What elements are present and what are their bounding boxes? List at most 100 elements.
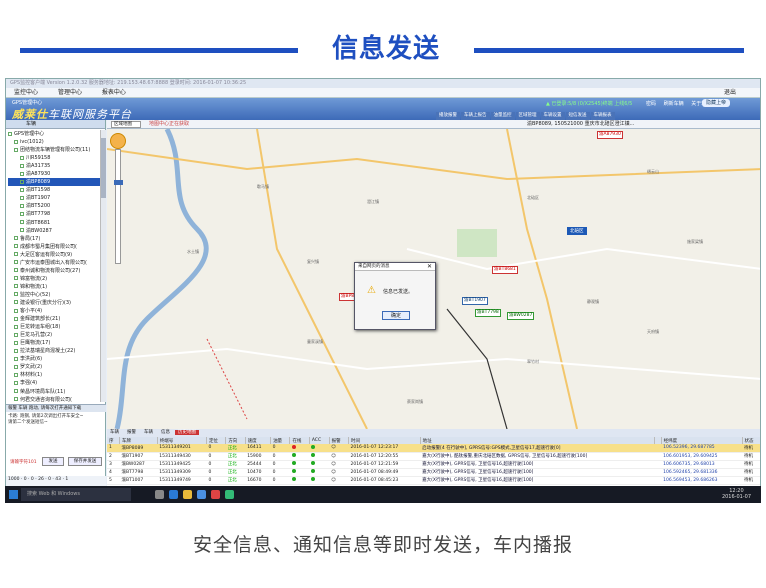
- column-header[interactable]: 地址: [420, 437, 655, 444]
- tree-group-item[interactable]: 监控中心(52): [8, 291, 100, 299]
- table-row[interactable]: 3 渝BW0287 15311349425 0 正北 25444 0 ☺ 2016-01-07 …: [107, 460, 760, 469]
- tree-checkbox[interactable]: [14, 356, 18, 361]
- tab-alarm[interactable]: 播放报警: [436, 112, 460, 120]
- tree-checkbox[interactable]: [14, 332, 18, 337]
- taskbar-clock[interactable]: 12:20 2016-01-07: [722, 488, 751, 500]
- message-input[interactable]: 卡路: 跑钢, 请第2次调出打开车安全~ 请第二个发送短信~: [6, 412, 106, 452]
- tab-sms[interactable]: 短信发送: [565, 112, 590, 120]
- tab-vehicle-report[interactable]: 车辆报表: [590, 112, 615, 120]
- tree-group-item[interactable]: 金辉建筑部长(21): [8, 315, 100, 323]
- column-header[interactable]: 定位: [206, 437, 227, 444]
- tree-checkbox[interactable]: [14, 260, 18, 265]
- edge-icon[interactable]: [169, 490, 178, 499]
- tree-vehicle-item[interactable]: 川R59158: [8, 154, 100, 162]
- tree-vehicle-item[interactable]: 渝BT5200: [8, 202, 100, 210]
- tree-checkbox[interactable]: [14, 308, 18, 313]
- tree-group-item[interactable]: 锦富物流(2): [8, 275, 100, 283]
- tree-vehicle-item[interactable]: 渝BT8681: [8, 219, 100, 227]
- tree-group-item[interactable]: 巨鹰物流(17): [8, 339, 100, 347]
- tree-checkbox[interactable]: [20, 171, 24, 176]
- app-icon[interactable]: [211, 490, 220, 499]
- table-row[interactable]: 2 渝BT1907 15311349430 0 正北 15900 0 ☺ 2016-01-07 …: [107, 452, 760, 461]
- tree-checkbox[interactable]: [20, 187, 24, 192]
- column-header[interactable]: [654, 437, 662, 444]
- tree-checkbox[interactable]: [14, 300, 18, 305]
- map-select[interactable]: 区域地图: [111, 121, 141, 128]
- tree-checkbox[interactable]: [20, 211, 24, 216]
- tree-scrollbar[interactable]: [100, 130, 106, 402]
- column-header[interactable]: 在线: [289, 437, 310, 444]
- ok-button[interactable]: 确定: [382, 311, 410, 320]
- tab-info[interactable]: 信息: [158, 430, 173, 435]
- taskbar-search[interactable]: 搜索 Web 和 Windows: [21, 488, 131, 501]
- store-icon[interactable]: [197, 490, 206, 499]
- tree-group-item[interactable]: 罗文武(2): [8, 363, 100, 371]
- tree-checkbox[interactable]: [14, 236, 18, 241]
- exit-button[interactable]: 退出: [724, 88, 736, 98]
- tree-checkbox[interactable]: [14, 324, 18, 329]
- tree-group-item[interactable]: 广安市运泰围城出入有限公司(: [8, 259, 100, 267]
- tree-checkbox[interactable]: [14, 340, 18, 345]
- car-marker[interactable]: 渝A87930: [597, 131, 623, 139]
- column-header[interactable]: ACC: [309, 437, 330, 444]
- tab-alarms[interactable]: 报警: [124, 430, 139, 435]
- send-button[interactable]: 发送: [42, 457, 64, 466]
- zoom-handle[interactable]: [114, 180, 123, 185]
- tree-group-item[interactable]: 成都市蜀月集团有限公司(: [8, 243, 100, 251]
- tree-checkbox[interactable]: [14, 268, 18, 273]
- tree-checkbox[interactable]: [14, 348, 18, 353]
- close-icon[interactable]: ✕: [427, 263, 432, 271]
- tree-checkbox[interactable]: [20, 163, 24, 168]
- tree-checkbox[interactable]: [14, 292, 18, 297]
- column-header[interactable]: 时间: [348, 437, 421, 444]
- column-header[interactable]: 报警: [329, 437, 349, 444]
- tree-checkbox[interactable]: [20, 179, 24, 184]
- menu-monitor[interactable]: 监控中心: [14, 89, 38, 96]
- tree-group-item[interactable]: 锦和物流(1): [8, 283, 100, 291]
- app-icon[interactable]: [225, 490, 234, 499]
- tree-checkbox[interactable]: [14, 397, 18, 402]
- column-header[interactable]: 车牌: [119, 437, 158, 444]
- tree-vehicle-item[interactable]: 渝BP8089: [8, 178, 100, 187]
- tree-checkbox[interactable]: [14, 276, 18, 281]
- tree-vehicle-item[interactable]: 渝BT1598: [8, 186, 100, 194]
- tree-group-item[interactable]: 客小平(4): [8, 307, 100, 315]
- car-marker[interactable]: 渝BT7798: [475, 309, 501, 317]
- windows-start-icon[interactable]: [9, 490, 18, 499]
- scrollbar-thumb[interactable]: [101, 138, 106, 198]
- tree-vehicle-item[interactable]: 渝BW0287: [8, 227, 100, 235]
- tree-vehicle-item[interactable]: 渝BT7798: [8, 210, 100, 218]
- column-header[interactable]: 序: [107, 437, 120, 444]
- tab-history-map[interactable]: 历史地图: [175, 430, 199, 435]
- tree-checkbox[interactable]: [8, 131, 12, 136]
- tree-group-item[interactable]: 何君交通咨询有限公司(: [8, 396, 100, 402]
- tree-checkbox[interactable]: [14, 380, 18, 385]
- pan-control[interactable]: [110, 133, 126, 149]
- folder-icon[interactable]: [183, 490, 192, 499]
- tree-group-item[interactable]: GPS管理中心: [8, 130, 100, 138]
- tree-vehicle-item[interactable]: 渝BT1907: [8, 194, 100, 202]
- tree-checkbox[interactable]: [20, 203, 24, 208]
- tab-vehicles2[interactable]: 车辆: [141, 430, 156, 435]
- tree-vehicle-item[interactable]: 渝A87930: [8, 170, 100, 178]
- tree-checkbox[interactable]: [20, 228, 24, 233]
- tree-group-item[interactable]: 林材料(1): [8, 371, 100, 379]
- tree-checkbox[interactable]: [14, 316, 18, 321]
- column-header[interactable]: 油量: [270, 437, 291, 444]
- tree-checkbox[interactable]: [14, 284, 18, 289]
- column-header[interactable]: 状态: [742, 437, 760, 444]
- tree-checkbox[interactable]: [14, 139, 18, 144]
- table-row[interactable]: 5 渝BT1007 15311349749 0 正北 16670 0 ☺ 2016-01-07 …: [107, 476, 760, 485]
- tree-vehicle-item[interactable]: 渝A31735: [8, 162, 100, 170]
- tree-group-item[interactable]: 拉法基瑞星商混凝土(22): [8, 347, 100, 355]
- hide-button[interactable]: 隐藏上帝: [702, 99, 730, 107]
- car-marker[interactable]: 渝BW0287: [507, 312, 535, 320]
- tree-checkbox[interactable]: [14, 372, 18, 377]
- column-header[interactable]: 经纬度: [661, 437, 743, 444]
- column-header[interactable]: 速度: [245, 437, 272, 444]
- tree-group-item[interactable]: 鲁局(17): [8, 235, 100, 243]
- tree-checkbox[interactable]: [14, 389, 18, 393]
- tree-group-item[interactable]: 建设银行(重庆分行)(3): [8, 299, 100, 307]
- tree-group-item[interactable]: 荣昌环境局车队(11): [8, 388, 100, 396]
- tree-checkbox[interactable]: [14, 244, 18, 249]
